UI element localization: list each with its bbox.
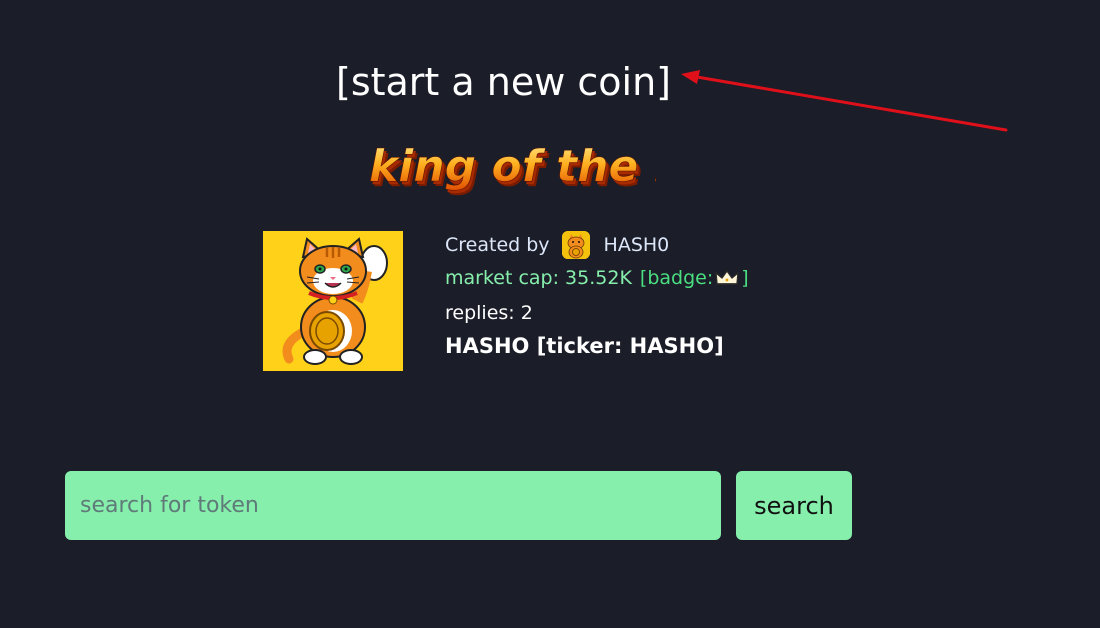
market-cap-text: market cap: 35.52K bbox=[445, 267, 632, 289]
crown-icon bbox=[715, 270, 739, 285]
replies-count[interactable]: replies: 2 bbox=[445, 296, 749, 330]
token-image[interactable] bbox=[263, 231, 403, 371]
market-cap-row: market cap: 35.52K [badge: ] bbox=[445, 260, 749, 296]
badge: [badge: ] bbox=[640, 260, 749, 296]
creator-name-link[interactable]: HASH0 bbox=[604, 234, 670, 256]
king-of-the-hill-logo: king of the hill king of the hill king o… bbox=[369, 141, 656, 197]
search-input[interactable] bbox=[65, 471, 721, 540]
token-name-ticker[interactable]: HASHO [ticker: HASHO] bbox=[445, 334, 749, 358]
lucky-cat-icon bbox=[561, 231, 590, 259]
token-info: Created by HASH0 market cap: 35.52K [bad… bbox=[445, 230, 749, 358]
svg-text:king of the hill: king of the hill bbox=[369, 141, 656, 192]
created-by-row: Created by HASH0 bbox=[445, 230, 749, 260]
start-new-coin-link[interactable]: [start a new coin] bbox=[336, 58, 671, 106]
badge-prefix: [badge: bbox=[639, 267, 714, 289]
creator-avatar[interactable] bbox=[561, 231, 590, 259]
lucky-cat-icon bbox=[282, 237, 388, 365]
search-button[interactable]: search bbox=[736, 471, 852, 540]
badge-suffix: ] bbox=[741, 267, 749, 289]
created-by-label: Created by bbox=[445, 234, 550, 256]
